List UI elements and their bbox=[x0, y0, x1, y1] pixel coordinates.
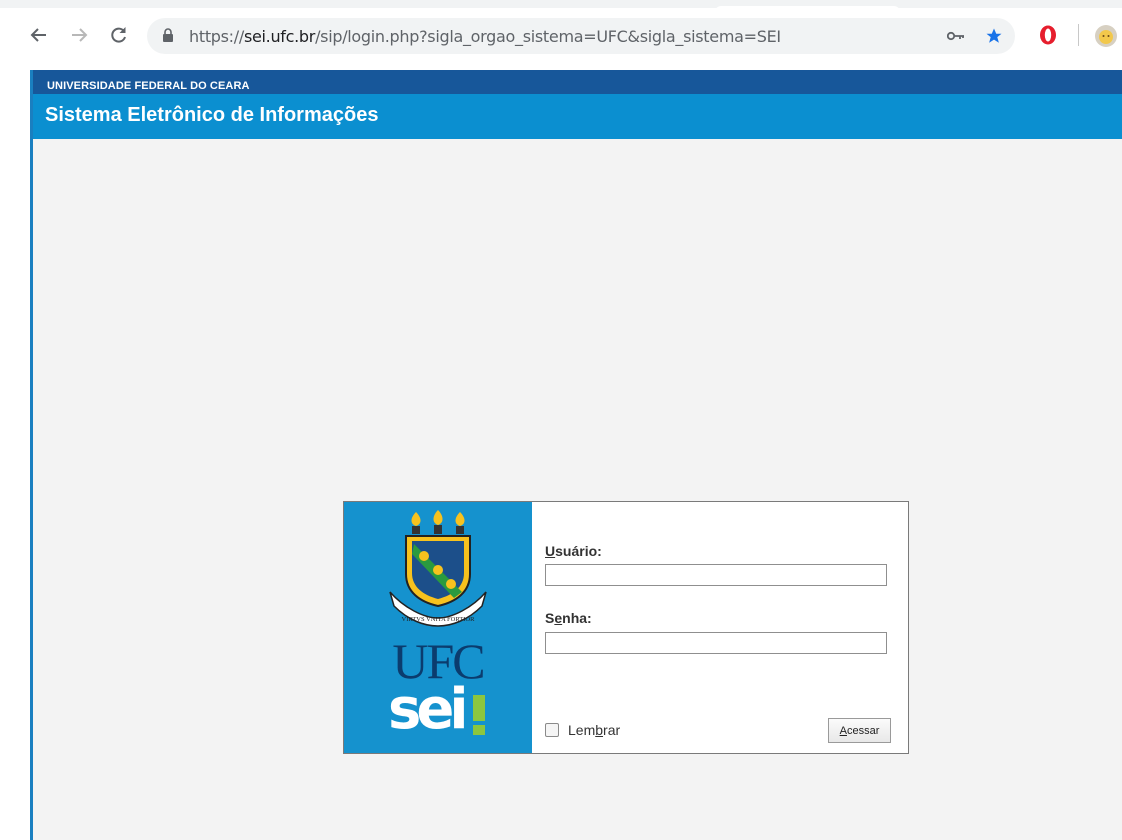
lock-icon[interactable] bbox=[162, 28, 174, 48]
ufc-crest-icon: VIRTVS VNITA FORTIOR bbox=[389, 510, 487, 627]
username-label: Usuário: bbox=[545, 543, 602, 559]
remember-option[interactable]: Lembrar bbox=[545, 722, 620, 738]
address-bar[interactable]: https://sei.ufc.br/sip/login.php?sigla_o… bbox=[147, 18, 1015, 54]
crest-motto: VIRTVS VNITA FORTIOR bbox=[402, 616, 476, 623]
acessar-button[interactable]: Acessar bbox=[828, 718, 891, 743]
password-label-accesskey: e bbox=[554, 610, 563, 626]
login-form: Usuário: Senha: Lembrar Acessar bbox=[532, 502, 908, 753]
acessar-label-rest: cessar bbox=[846, 724, 880, 737]
brand-sei: sei bbox=[388, 677, 468, 742]
brand-panel: VIRTVS VNITA FORTIOR UFC sei bbox=[344, 502, 532, 753]
sei-exclamation-icon bbox=[473, 695, 485, 735]
username-input[interactable] bbox=[545, 564, 887, 586]
login-box: VIRTVS VNITA FORTIOR UFC sei Usuário: Se… bbox=[343, 501, 909, 754]
reload-icon[interactable] bbox=[107, 23, 131, 47]
password-label-rest: nha: bbox=[562, 610, 592, 626]
star-icon[interactable] bbox=[985, 27, 1003, 45]
remember-label-post: rar bbox=[603, 722, 621, 738]
url-path: /sip/login.php?sigla_orgao_sistema=UFC&s… bbox=[315, 27, 781, 46]
remember-label-pre: Lem bbox=[568, 722, 596, 738]
remember-label[interactable]: Lembrar bbox=[568, 722, 620, 738]
username-label-rest: suário: bbox=[555, 543, 602, 559]
profile-avatar-icon[interactable] bbox=[1094, 24, 1118, 53]
remember-checkbox[interactable] bbox=[545, 723, 559, 737]
password-input[interactable] bbox=[545, 632, 887, 654]
url-host: sei.ufc.br bbox=[243, 27, 316, 46]
org-name: UNIVERSIDADE FEDERAL DO CEARA bbox=[47, 80, 250, 92]
sei-page: UNIVERSIDADE FEDERAL DO CEARA Sistema El… bbox=[30, 70, 1122, 840]
toolbar-separator bbox=[1078, 24, 1079, 46]
page-viewport: UNIVERSIDADE FEDERAL DO CEARA Sistema El… bbox=[0, 62, 1122, 840]
url-scheme: https:// bbox=[189, 27, 244, 46]
key-icon[interactable] bbox=[947, 27, 965, 45]
username-label-accesskey: U bbox=[545, 543, 556, 559]
back-arrow-icon[interactable] bbox=[27, 23, 51, 47]
password-label: Senha: bbox=[545, 610, 592, 626]
system-bar: Sistema Eletrônico de Informações bbox=[33, 94, 1122, 139]
system-title: Sistema Eletrônico de Informações bbox=[45, 104, 379, 126]
password-label-first: S bbox=[545, 610, 555, 626]
opera-icon[interactable] bbox=[1038, 24, 1058, 51]
url-text[interactable]: https://sei.ufc.br/sip/login.php?sigla_o… bbox=[189, 27, 781, 46]
org-bar: UNIVERSIDADE FEDERAL DO CEARA bbox=[33, 70, 1122, 94]
acessar-accesskey: A bbox=[839, 724, 847, 737]
tab-strip bbox=[0, 0, 1122, 8]
active-tab-edge[interactable] bbox=[715, 6, 900, 12]
browser-toolbar: https://sei.ufc.br/sip/login.php?sigla_o… bbox=[0, 0, 1122, 63]
forward-arrow-icon[interactable] bbox=[67, 23, 91, 47]
remember-label-accesskey: b bbox=[595, 722, 604, 738]
